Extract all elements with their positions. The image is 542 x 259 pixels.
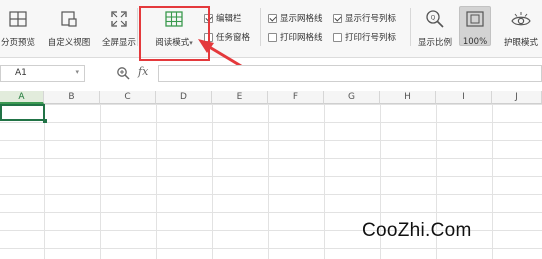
ribbon-separator [137,8,138,46]
active-cell-a1[interactable] [0,104,47,123]
column-header[interactable]: I [436,91,492,104]
custom-view-label: 自定义视图 [47,38,91,48]
column-header[interactable]: E [212,91,268,104]
name-box-dropdown-icon[interactable]: ▾ [75,68,79,76]
formula-bar: A1 ▾ fx [0,64,542,83]
eye-care-button[interactable]: 护眼模式 [500,4,542,48]
page-break-preview-icon [7,8,29,29]
column-header[interactable]: F [268,91,324,104]
fullscreen-icon [108,8,130,29]
column-header[interactable]: G [324,91,380,104]
zoom-icon: Q [424,8,446,29]
name-box-value: A1 [15,68,27,78]
column-header[interactable]: D [156,91,212,104]
ribbon-separator [260,8,261,46]
checkbox-print-headings-label: 打印行号列标 [345,33,397,43]
column-header[interactable]: B [44,91,100,104]
column-header[interactable]: H [380,91,436,104]
fullscreen-label: 全屏显示 [101,38,136,48]
checkbox-show-gridlines[interactable]: 显示网格线 [268,12,323,24]
formula-input[interactable] [158,65,542,82]
find-zoom-icon[interactable] [116,66,130,83]
name-box[interactable]: A1 ▾ [0,65,85,82]
page-break-preview-label: 分页预览 [0,38,35,48]
checkbox-show-headings-label: 显示行号列标 [345,14,397,24]
checkbox-unchecked-icon [268,32,277,42]
checkbox-show-gridlines-label: 显示网格线 [280,14,323,24]
checkbox-checked-icon [333,13,342,23]
checkbox-formula-bar-label: 编辑栏 [216,14,242,24]
column-header[interactable]: J [492,91,542,104]
checkbox-print-gridlines[interactable]: 打印网格线 [268,31,323,43]
eye-care-icon [510,8,532,29]
zoom-label: 显示比例 [417,38,452,48]
checkbox-show-headings[interactable]: 显示行号列标 [333,12,396,24]
ribbon-separator [410,8,411,46]
zoom-100-label: 100% [462,37,488,47]
svg-text:Q: Q [431,14,436,21]
custom-view-icon [58,8,80,29]
custom-view-button[interactable]: 自定义视图 [45,4,93,48]
page-break-preview-button[interactable]: 分页预览 [0,4,36,48]
checkbox-checked-icon [268,13,277,23]
checkbox-print-headings[interactable]: 打印行号列标 [333,31,396,43]
column-header[interactable]: C [100,91,156,104]
zoom-100-button[interactable]: 100% [459,4,491,48]
insert-function-button[interactable]: fx [138,65,148,78]
watermark-text: CooZhi.Com [362,220,472,241]
fullscreen-button[interactable]: 全屏显示 [100,4,138,48]
column-header[interactable]: A [0,91,44,104]
checkbox-unchecked-icon [333,32,342,42]
zoom-100-icon [464,8,486,30]
checkbox-print-gridlines-label: 打印网格线 [280,33,323,43]
eye-care-label: 护眼模式 [503,38,538,48]
ribbon-view-tab: 分页预览 自定义视图 全屏显示 阅读模式▾ 编辑栏 任务窗格 显示网格线 打印网… [0,0,542,58]
zoom-button[interactable]: Q 显示比例 [414,4,456,48]
